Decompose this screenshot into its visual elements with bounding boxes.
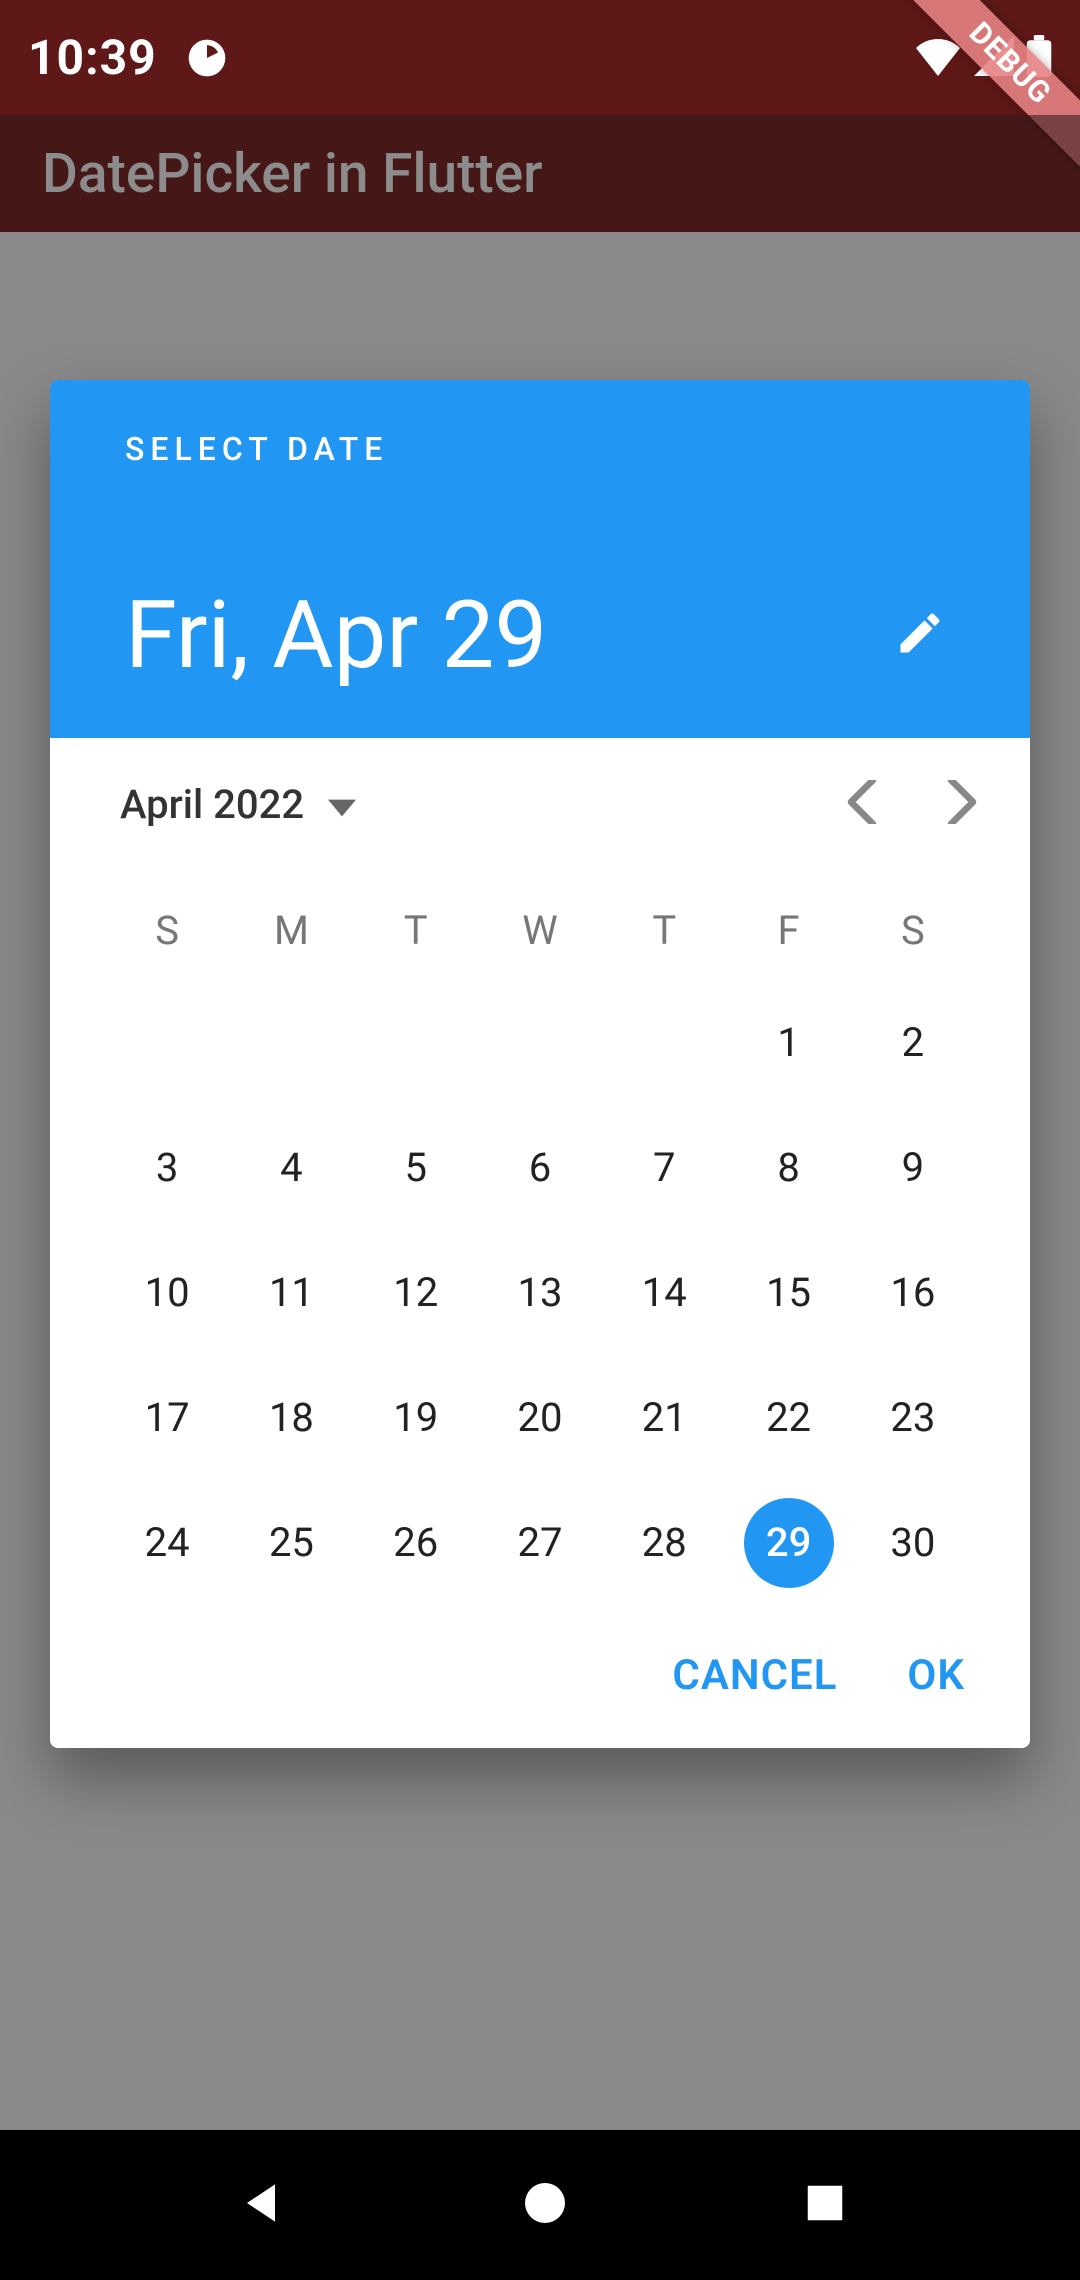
calendar-day-cell[interactable]: 17 — [122, 1373, 212, 1463]
weekday-header-cell: F — [744, 885, 834, 975]
datepicker-header: SELECT DATE Fri, Apr 29 — [50, 380, 1030, 738]
weekday-header-cell: S — [868, 885, 958, 975]
chevron-left-icon — [846, 780, 878, 828]
pencil-icon — [894, 607, 946, 663]
status-time: 10:39 — [28, 29, 157, 86]
datepicker-dialog: SELECT DATE Fri, Apr 29 April 2022 — [50, 380, 1030, 1748]
header-label: SELECT DATE — [125, 430, 960, 468]
calendar-day-cell[interactable]: 9 — [868, 1123, 958, 1213]
edit-date-button[interactable] — [880, 595, 960, 675]
weekday-header-cell: S — [122, 885, 212, 975]
calendar-week-row: 17 18 19 20 21 22 23 — [105, 1355, 975, 1480]
calendar-day-cell[interactable]: 16 — [868, 1248, 958, 1338]
weekday-header-cell: T — [619, 885, 709, 975]
calendar-week-row: 24 25 26 27 28 29 30 — [105, 1480, 975, 1605]
nav-back-button[interactable] — [233, 2175, 289, 2235]
calendar-grid: SMTWTFS 12345678910111213141516171819202… — [50, 870, 1030, 1605]
next-month-button[interactable] — [912, 764, 1012, 844]
calendar-day-cell[interactable]: 15 — [744, 1248, 834, 1338]
nav-home-button[interactable] — [521, 2179, 569, 2231]
calendar-day-cell[interactable]: 25 — [246, 1498, 336, 1588]
timer-icon — [185, 36, 229, 80]
month-year-selector[interactable]: April 2022 — [120, 781, 356, 828]
calendar-day-cell[interactable]: 22 — [744, 1373, 834, 1463]
calendar-day-cell[interactable]: 27 — [495, 1498, 585, 1588]
calendar-day-cell[interactable]: 30 — [868, 1498, 958, 1588]
calendar-day-cell[interactable]: 11 — [246, 1248, 336, 1338]
calendar-day-cell[interactable]: 10 — [122, 1248, 212, 1338]
cancel-button[interactable]: CANCEL — [672, 1651, 837, 1700]
calendar-day-cell[interactable]: 14 — [619, 1248, 709, 1338]
calendar-empty-cell — [495, 998, 585, 1088]
calendar-day-cell[interactable]: 19 — [371, 1373, 461, 1463]
status-bar: 10:39 — [0, 0, 1080, 115]
calendar-day-cell[interactable]: 23 — [868, 1373, 958, 1463]
weekday-header-cell: M — [246, 885, 336, 975]
calendar-day-cell[interactable]: 6 — [495, 1123, 585, 1213]
calendar-day-cell[interactable]: 20 — [495, 1373, 585, 1463]
month-year-label: April 2022 — [120, 781, 304, 828]
weekday-header-cell: W — [495, 885, 585, 975]
calendar-empty-cell — [371, 998, 461, 1088]
calendar-empty-cell — [246, 998, 336, 1088]
month-navigation: April 2022 — [50, 738, 1030, 870]
calendar-day-cell[interactable]: 29 — [744, 1498, 834, 1588]
calendar-day-cell[interactable]: 21 — [619, 1373, 709, 1463]
calendar-day-cell[interactable]: 28 — [619, 1498, 709, 1588]
dialog-actions: CANCEL OK — [50, 1605, 1030, 1748]
calendar-empty-cell — [122, 998, 212, 1088]
calendar-day-cell[interactable]: 8 — [744, 1123, 834, 1213]
calendar-empty-cell — [619, 998, 709, 1088]
selected-date-text: Fri, Apr 29 — [125, 580, 547, 690]
calendar-day-cell[interactable]: 26 — [371, 1498, 461, 1588]
nav-recent-button[interactable] — [802, 2180, 848, 2230]
chevron-right-icon — [946, 780, 978, 828]
calendar-day-cell[interactable]: 24 — [122, 1498, 212, 1588]
calendar-day-cell[interactable]: 13 — [495, 1248, 585, 1338]
weekday-header-cell: T — [371, 885, 461, 975]
dropdown-icon — [328, 781, 356, 828]
prev-month-button[interactable] — [812, 764, 912, 844]
calendar-day-cell[interactable]: 1 — [744, 998, 834, 1088]
ok-button[interactable]: OK — [907, 1651, 965, 1700]
calendar-week-row: 10 11 12 13 14 15 16 — [105, 1230, 975, 1355]
calendar-day-cell[interactable]: 18 — [246, 1373, 336, 1463]
calendar-day-cell[interactable]: 3 — [122, 1123, 212, 1213]
calendar-day-cell[interactable]: 5 — [371, 1123, 461, 1213]
android-nav-bar — [0, 2130, 1080, 2280]
calendar-day-cell[interactable]: 2 — [868, 998, 958, 1088]
calendar-day-cell[interactable]: 12 — [371, 1248, 461, 1338]
calendar-day-cell[interactable]: 4 — [246, 1123, 336, 1213]
calendar-week-row: 3456789 — [105, 1105, 975, 1230]
calendar-week-row: 12 — [105, 980, 975, 1105]
calendar-day-cell[interactable]: 7 — [619, 1123, 709, 1213]
weekday-header-row: SMTWTFS — [105, 880, 975, 980]
